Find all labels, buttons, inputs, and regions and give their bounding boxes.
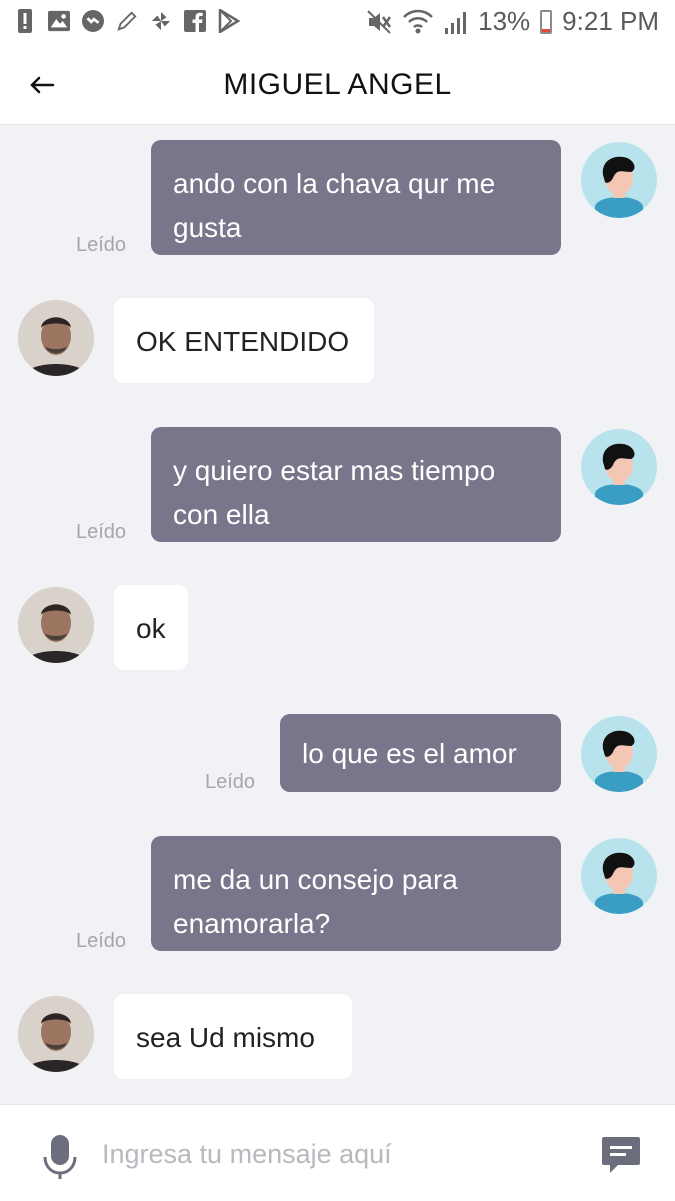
message-line: con ella	[173, 499, 270, 530]
message-line: lo que es el amor	[302, 738, 517, 769]
my-avatar[interactable]	[581, 838, 657, 914]
chat-header: MIGUEL ANGEL	[0, 46, 675, 125]
messenger-icon	[82, 8, 104, 34]
message-composer	[0, 1104, 675, 1201]
message-bubble-outgoing[interactable]: me da un consejo para enamorarla?	[151, 836, 561, 951]
contact-avatar[interactable]	[18, 300, 94, 376]
wifi-icon	[402, 9, 434, 35]
mute-icon	[366, 9, 392, 35]
gallery-icon	[48, 8, 70, 34]
signal-icon	[444, 10, 468, 34]
user-avatar-icon	[595, 156, 643, 218]
read-receipt: Leído	[205, 771, 256, 793]
message-line: ok	[136, 613, 166, 644]
user-avatar-icon	[595, 443, 643, 505]
send-button[interactable]	[600, 1135, 642, 1177]
contact-avatar[interactable]	[18, 587, 94, 663]
notification-icons	[14, 8, 240, 34]
message-bubble-incoming[interactable]: OK ENTENDIDO	[114, 298, 374, 383]
battery-icon	[540, 9, 553, 34]
message-line: OK ENTENDIDO	[136, 326, 350, 357]
read-receipt: Leído	[76, 234, 127, 256]
contact-name: MIGUEL ANGEL	[223, 68, 452, 101]
message-line: gusta	[173, 212, 242, 243]
message-bubble-outgoing[interactable]: lo que es el amor	[280, 714, 561, 792]
microphone-button[interactable]	[40, 1133, 80, 1181]
battery-percent: 13%	[478, 6, 531, 36]
status-bar: 13% 9:21 PM	[0, 0, 675, 46]
clock: 9:21 PM	[562, 6, 659, 36]
message-line: enamorarla?	[173, 908, 331, 939]
pinwheel-icon	[150, 8, 172, 34]
pen-icon	[116, 8, 138, 34]
my-avatar[interactable]	[581, 716, 657, 792]
contact-photo	[18, 300, 94, 376]
read-receipt: Leído	[76, 930, 127, 952]
user-avatar-icon	[595, 730, 643, 792]
message-line: me da un consejo para	[173, 864, 458, 895]
message-bubble-outgoing[interactable]: y quiero estar mas tiempo con ella	[151, 427, 561, 542]
message-line: sea Ud mismo	[136, 1022, 315, 1053]
my-avatar[interactable]	[581, 429, 657, 505]
message-bubble-outgoing[interactable]: ando con la chava qur me gusta	[151, 140, 561, 255]
user-avatar-icon	[595, 852, 643, 914]
read-receipt: Leído	[76, 521, 127, 543]
battery-level-fill	[542, 28, 551, 32]
message-bubble-incoming[interactable]: sea Ud mismo	[114, 994, 352, 1079]
contact-photo	[18, 587, 94, 663]
message-line: y quiero estar mas tiempo	[173, 455, 496, 486]
facebook-icon	[184, 8, 206, 34]
play-store-icon	[218, 8, 240, 34]
my-avatar[interactable]	[581, 142, 657, 218]
contact-photo	[18, 996, 94, 1072]
alert-icon	[14, 8, 36, 34]
message-input[interactable]	[100, 1127, 574, 1181]
message-send-icon	[602, 1137, 640, 1173]
system-indicators: 13% 9:21 PM	[366, 6, 659, 37]
message-bubble-incoming[interactable]: ok	[114, 585, 188, 670]
contact-avatar[interactable]	[18, 996, 94, 1072]
microphone-icon	[43, 1135, 77, 1179]
message-line: ando con la chava qur me	[173, 168, 496, 199]
